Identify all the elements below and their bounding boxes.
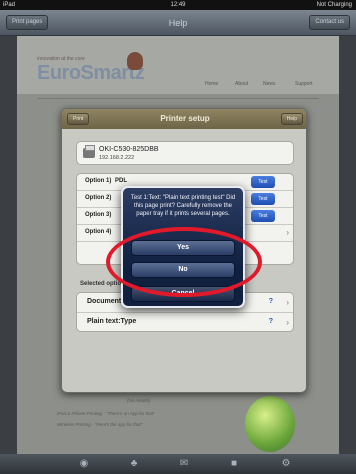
web-header: innovation at the core EuroSmartz Home A… bbox=[17, 36, 339, 94]
option-label: Option 3) bbox=[85, 212, 112, 218]
printer-name: OKI-C530-825DBB bbox=[99, 146, 159, 153]
selected-option-row[interactable]: Plain text:Type ? › bbox=[77, 313, 293, 331]
clock: 12:49 bbox=[170, 2, 186, 8]
owl-logo-icon bbox=[127, 52, 143, 70]
globe-icon[interactable]: ◉ bbox=[78, 458, 90, 470]
option-label: Option 1) bbox=[85, 178, 112, 184]
contacts-icon[interactable]: ♣ bbox=[128, 458, 140, 470]
camera-icon[interactable]: ■ bbox=[228, 458, 240, 470]
highlight-ring bbox=[106, 227, 262, 297]
chevron-right-icon: › bbox=[286, 318, 289, 327]
option-label: Option 2) bbox=[85, 195, 112, 201]
option-label: Option 4) bbox=[85, 229, 112, 235]
test-button[interactable]: Test bbox=[251, 210, 275, 222]
nav-title: Help bbox=[168, 18, 188, 28]
web-nav-news[interactable]: News bbox=[263, 81, 276, 87]
contact-us-button[interactable]: Contact us bbox=[309, 15, 350, 30]
help-button[interactable]: Help bbox=[280, 113, 303, 125]
chevron-right-icon: › bbox=[286, 298, 289, 307]
web-bottom-line[interactable]: iPad & iPhone Printing - "There's an App… bbox=[57, 411, 155, 416]
help-icon[interactable]: ? bbox=[269, 298, 273, 305]
printer-setup-header: Print Printer setup Help bbox=[62, 109, 306, 129]
web-nav-support[interactable]: Support bbox=[295, 81, 313, 87]
test-button[interactable]: Test bbox=[251, 176, 275, 188]
printer-setup-title: Printer setup bbox=[160, 114, 210, 123]
printer-ip: 192.168.2.222 bbox=[99, 155, 135, 161]
printer-selector[interactable]: OKI-C530-825DBB 192.168.2.222 bbox=[76, 141, 294, 165]
chevron-right-icon: › bbox=[286, 228, 289, 237]
web-divider bbox=[37, 98, 319, 99]
mail-icon[interactable]: ✉ bbox=[178, 458, 190, 470]
test-button[interactable]: Test bbox=[251, 193, 275, 205]
printer-icon bbox=[83, 145, 95, 158]
alert-message: Test 1:Text: "Plain text printing test" … bbox=[130, 195, 236, 217]
green-apple-image bbox=[245, 396, 295, 452]
web-bottom-line[interactable]: Wireless Printing - "Here's the app for … bbox=[57, 422, 142, 427]
selected-option-label: Plain text:Type bbox=[87, 318, 137, 325]
help-icon[interactable]: ? bbox=[269, 318, 273, 325]
web-nav-home[interactable]: Home bbox=[205, 81, 218, 87]
option-value: PDL bbox=[115, 178, 127, 184]
web-nav-about[interactable]: About bbox=[235, 81, 248, 87]
nav-bar: Print pages Help Contact us bbox=[0, 10, 356, 36]
battery-status: Not Charging bbox=[316, 2, 352, 8]
settings-icon[interactable]: ⚙ bbox=[280, 458, 292, 470]
web-bottom-line: (No results) bbox=[127, 398, 151, 403]
bottom-toolbar: ◉ ♣ ✉ ■ ⚙ bbox=[0, 454, 356, 474]
status-bar: iPad 12:49 Not Charging bbox=[0, 0, 356, 10]
